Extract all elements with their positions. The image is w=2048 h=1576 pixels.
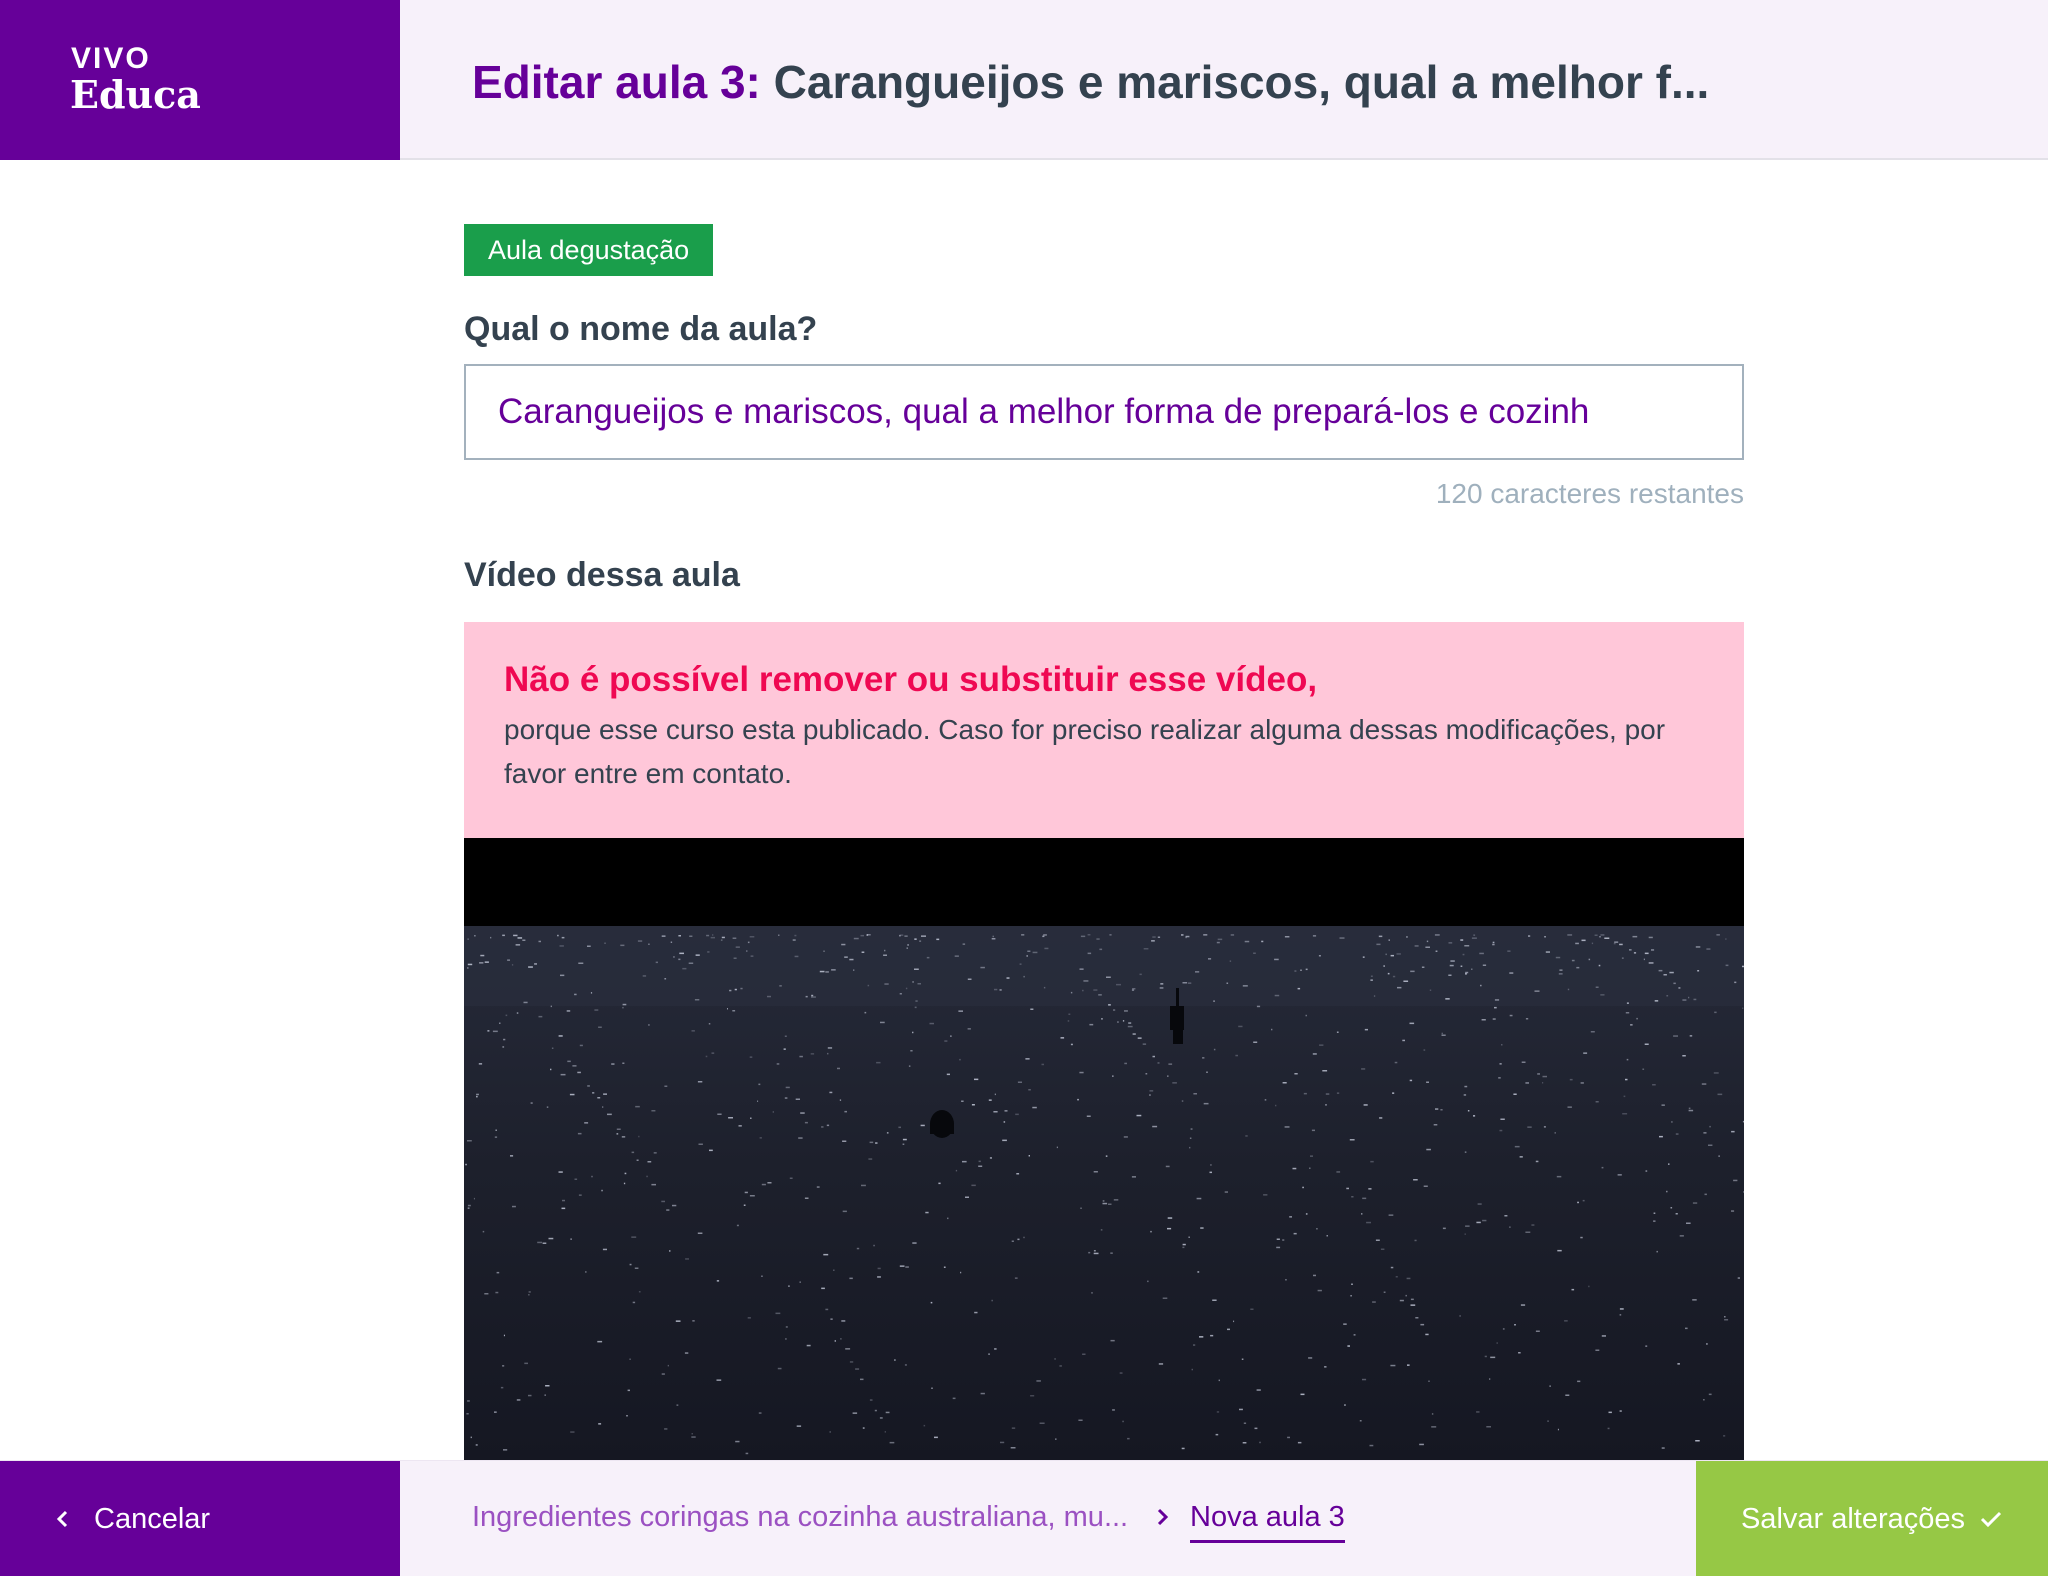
save-changes-button[interactable]: Salvar alterações (1696, 1461, 2048, 1576)
lesson-name-input[interactable] (464, 364, 1744, 460)
characters-remaining: 120 caracteres restantes (1435, 478, 1744, 509)
top-bar: VIVO Educa Editar aula 3: Carangueijos e… (0, 0, 2048, 160)
lesson-name-label: Qual o nome da aula? (464, 310, 818, 348)
vivo-educa-logo[interactable]: VIVO Educa (0, 0, 400, 160)
breadcrumb-current-lesson[interactable]: Nova aula 3 (1190, 1501, 1345, 1543)
logo-educa-text: Educa (70, 72, 201, 117)
lesson-editor: VIVO Educa Editar aula 3: Carangueijos e… (0, 0, 2048, 1576)
page-title-lesson-name: Carangueijos e mariscos, qual a melhor f… (773, 56, 1710, 108)
chevron-right-icon (1157, 1508, 1169, 1526)
breadcrumb-previous-lesson[interactable]: Ingredientes coringas na cozinha austral… (472, 1501, 1128, 1534)
video-frame-sea (464, 838, 1744, 1460)
alert-text: porque esse curso esta publicado. Caso f… (504, 714, 1666, 789)
logo-vivo-text: VIVO (71, 42, 151, 75)
save-label: Salvar alterações (1740, 1502, 1966, 1535)
cancel-button[interactable]: Cancelar (0, 1461, 400, 1576)
video-section-label: Vídeo dessa aula (464, 556, 740, 594)
video-player[interactable] (464, 838, 1744, 1460)
bottom-bar: Cancelar Ingredientes coringas na cozinh… (0, 1460, 2048, 1576)
chevron-left-icon (56, 1510, 68, 1528)
check-icon (1980, 1511, 2002, 1528)
alert-title: Não é possível remover ou substituir ess… (504, 660, 1318, 699)
page-title-prefix: Editar aula 3: (472, 56, 774, 108)
video-locked-alert: Não é possível remover ou substituir ess… (464, 622, 1744, 838)
page-title: Editar aula 3: Carangueijos e mariscos, … (472, 52, 1772, 112)
cancel-label: Cancelar (94, 1502, 211, 1535)
trial-lesson-badge: Aula degustação (464, 224, 714, 276)
